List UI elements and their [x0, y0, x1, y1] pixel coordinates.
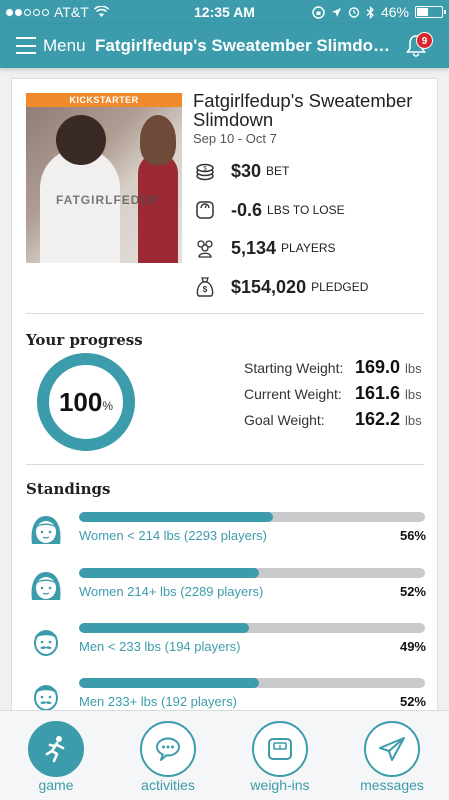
standing-label: Women < 214 lbs (2293 players) [79, 528, 267, 543]
tab-label[interactable]: messages [336, 777, 448, 793]
standings-section-title: Standings [26, 480, 111, 498]
stat-players: 5,134 players [193, 236, 336, 260]
standing-percent: 56% [399, 528, 426, 543]
standing-progress-bar [79, 678, 425, 688]
image-watermark: FATGIRLFEDUP [56, 193, 160, 207]
battery-percent: 46% [380, 4, 409, 20]
stat-to-lose: -0.6 lbs to lose [193, 198, 345, 222]
tab-messages[interactable]: messages [336, 711, 448, 800]
standing-label: Men < 233 lbs (194 players) [79, 639, 241, 654]
standing-bar-fill [79, 512, 273, 522]
stat-unit: players [281, 241, 336, 255]
weight-label: Goal Weight: [244, 412, 325, 428]
svg-text:$: $ [203, 285, 208, 294]
progress-percent-value: 100 [58, 386, 103, 417]
woman-icon [31, 516, 61, 544]
weight-unit: lbs [405, 387, 422, 402]
tab-game[interactable]: game [0, 711, 112, 800]
weight-unit: lbs [405, 361, 422, 376]
stat-bet: $ $30 bet [193, 159, 289, 183]
bluetooth-icon [366, 5, 374, 19]
tab-activities-circle[interactable] [140, 721, 196, 777]
current-weight-row: Current Weight: 161.6 lbs [244, 383, 434, 404]
standing-percent: 49% [399, 639, 426, 654]
coins-icon: $ [193, 159, 217, 183]
standing-bar-fill [79, 678, 259, 688]
stat-value: -0.6 [231, 199, 263, 220]
tab-game-circle[interactable] [28, 721, 84, 777]
stat-value: $30 [231, 160, 262, 181]
rotation-lock-icon [312, 5, 325, 19]
stat-unit: bet [266, 164, 290, 178]
man-icon [34, 630, 58, 656]
top-nav-bar: Menu Fatgirlfedup's Sweatember Slimdown … [0, 24, 449, 68]
bottom-tab-bar: game activities weigh-ins messages [0, 710, 449, 800]
status-bar: AT&T 12:35 AM 46% [0, 0, 449, 24]
weight-value: 161.6 [354, 383, 400, 403]
standing-progress-bar [79, 623, 425, 633]
standing-percent: 52% [399, 584, 426, 599]
stat-unit: lbs to lose [267, 203, 345, 217]
tab-weigh-ins[interactable]: weigh-ins [224, 711, 336, 800]
standing-progress-bar [79, 512, 425, 522]
game-image[interactable]: KICKSTARTER FATGIRLFEDUP [26, 93, 182, 263]
tab-label[interactable]: weigh-ins [224, 777, 336, 793]
paper-plane-icon [379, 737, 405, 761]
nav-title: Fatgirlfedup's Sweatember Slimdown [95, 36, 395, 55]
weight-value: 162.2 [354, 409, 400, 429]
stat-pledged: $ $154,020 pledged [193, 275, 368, 299]
battery-icon [415, 6, 446, 18]
game-image-person-head [140, 115, 176, 165]
game-dates: Sep 10 - Oct 7 [193, 131, 277, 146]
weight-value: 169.0 [354, 357, 400, 377]
game-image-person [138, 153, 178, 263]
menu-button[interactable]: Menu [43, 36, 86, 56]
standing-label: Men 233+ lbs (192 players) [79, 694, 237, 709]
tab-activities[interactable]: activities [112, 711, 224, 800]
notification-badge[interactable]: 9 [416, 32, 433, 49]
game-image-person-head [56, 115, 106, 165]
standing-row-women-214-plus[interactable]: Women 214+ lbs (2289 players) 52% [26, 566, 426, 606]
standing-percent: 52% [399, 694, 426, 709]
goal-weight-row: Goal Weight: 162.2 lbs [244, 409, 434, 430]
standing-label: Women 214+ lbs (2289 players) [79, 584, 264, 599]
standing-progress-bar [79, 568, 425, 578]
stat-unit: pledged [311, 280, 369, 294]
stat-value: 5,134 [231, 237, 277, 258]
money-bag-icon: $ [193, 275, 217, 299]
tab-weigh-ins-circle[interactable] [252, 721, 308, 777]
chat-bubble-icon [156, 737, 180, 761]
weight-label: Starting Weight: [244, 360, 344, 376]
progress-percent-sign: % [102, 399, 114, 413]
alarm-icon [348, 7, 360, 18]
starting-weight-row: Starting Weight: 169.0 lbs [244, 357, 434, 378]
players-icon [193, 236, 217, 260]
standing-row-men-under-233[interactable]: Men < 233 lbs (194 players) 49% [26, 621, 426, 661]
hamburger-menu-icon[interactable] [16, 37, 36, 54]
game-title: Fatgirlfedup's Sweatember Slimdown [193, 90, 413, 130]
weight-label: Current Weight: [244, 386, 342, 402]
stat-value: $154,020 [231, 276, 307, 297]
tab-messages-circle[interactable] [364, 721, 420, 777]
location-icon [331, 7, 341, 17]
tab-label[interactable]: game [0, 777, 112, 793]
progress-section-title: Your progress [26, 331, 143, 349]
weight-unit: lbs [405, 413, 422, 428]
standing-bar-fill [79, 568, 259, 578]
standing-row-women-under-214[interactable]: Women < 214 lbs (2293 players) 56% [26, 510, 426, 550]
woman-icon [31, 572, 61, 600]
divider [26, 464, 424, 465]
status-right: 46% [312, 4, 446, 20]
tab-label[interactable]: activities [112, 777, 224, 793]
scale-icon [268, 738, 292, 760]
game-card: KICKSTARTER FATGIRLFEDUP Fatgirlfedup's … [11, 78, 438, 718]
standing-bar-fill [79, 623, 249, 633]
scale-icon [193, 198, 217, 222]
runner-icon [45, 736, 65, 763]
kickstarter-badge: KICKSTARTER [26, 93, 182, 107]
progress-percent: 100% [36, 352, 136, 452]
divider [26, 313, 424, 314]
